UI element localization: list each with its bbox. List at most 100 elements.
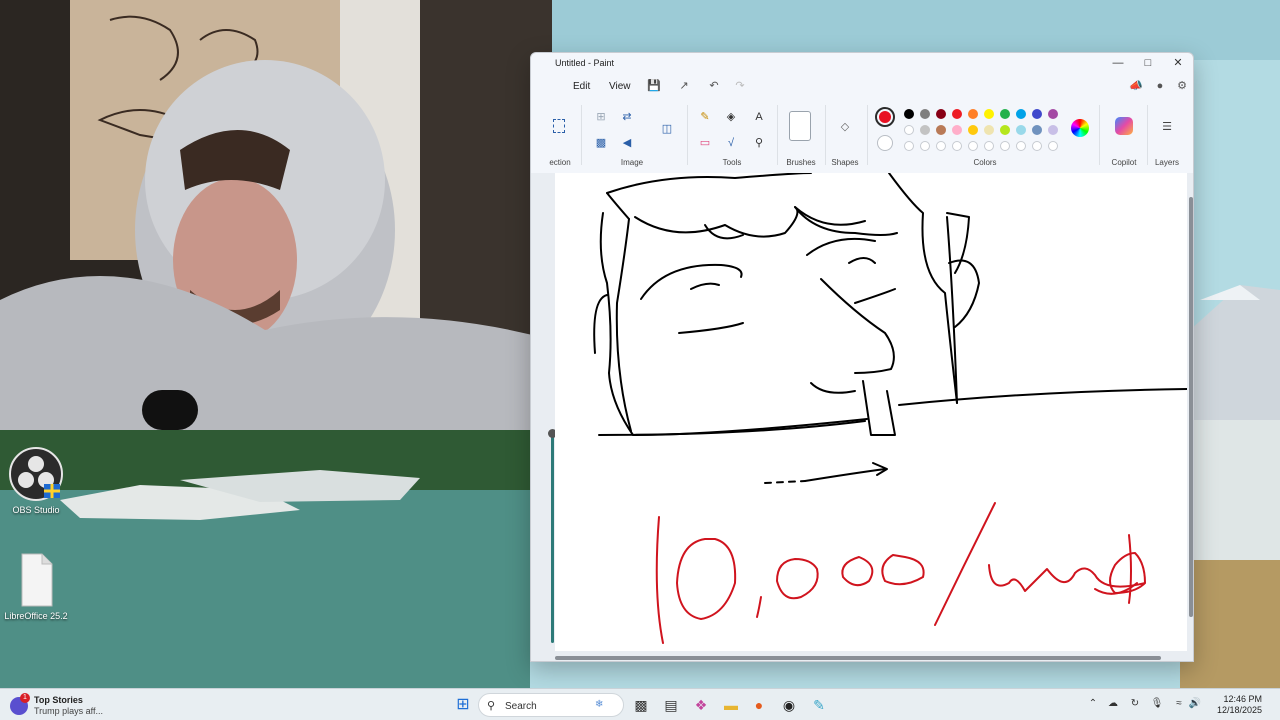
task-view-icon[interactable]: ▩ [630,694,652,716]
custom-color-slot[interactable] [936,141,946,151]
obs-studio-icon [8,446,64,502]
tray-overflow-icon[interactable]: ⌃ [1086,697,1100,711]
image-tool-icon[interactable]: ◫ [659,121,675,137]
ribbon-divider [825,105,826,165]
color-swatch[interactable] [1048,109,1058,119]
desktop-icon-libreoffice[interactable]: LibreOffice 25.2 [0,552,72,621]
color-swatch[interactable] [968,125,978,135]
color-swatch[interactable] [984,125,994,135]
resize-icon[interactable]: ⇄ [619,109,635,125]
custom-color-slot[interactable] [984,141,994,151]
color-swatch[interactable] [904,109,914,119]
notification-badge: 1 [20,693,30,703]
menu-bar: Edit View 💾 ↗ ↶ ↷ 📣 ● ⚙ [531,75,1193,99]
custom-color-slot[interactable] [1032,141,1042,151]
color-swatch[interactable] [952,125,962,135]
color-swatch[interactable] [920,109,930,119]
custom-color-slot[interactable] [1000,141,1010,151]
color-swatch[interactable] [968,109,978,119]
paint-window[interactable]: Untitled - Paint — □ ✕ Edit View 💾 ↗ ↶ ↷… [530,52,1194,662]
shapes-icon[interactable]: ◇ [837,119,853,135]
minimize-button[interactable]: — [1103,54,1133,72]
zoom-slider[interactable] [551,433,554,643]
clock-time: 12:46 PM [1223,694,1262,704]
menu-view[interactable]: View [609,81,631,92]
color-swatch[interactable] [1048,125,1058,135]
rotate-icon[interactable]: ◀ [619,135,635,151]
close-button[interactable]: ✕ [1163,54,1193,72]
ribbon: ection ⊞ ⇄ ▩ ◀ ◫ Image ✎ ◈ A ▭ √ ⚲ Tools… [531,99,1193,173]
onedrive-icon[interactable]: ☁ [1106,697,1120,711]
notepad-icon[interactable]: ▤ [660,694,682,716]
save-icon[interactable]: 💾 [647,79,661,93]
settings-icon[interactable]: ⚙ [1175,79,1189,93]
color-swatch[interactable] [1000,125,1010,135]
color-swatch[interactable] [1016,109,1026,119]
magnifier-icon[interactable]: ⚲ [751,135,767,151]
color-swatch[interactable] [936,125,946,135]
news-widget[interactable]: 1 Top Stories Trump plays aff... [10,693,130,719]
vertical-scrollbar[interactable] [1189,197,1193,617]
search-box[interactable]: ⚲ Search ❄ [478,693,624,717]
group-label-layers: Layers [1154,158,1179,167]
windows-start-icon[interactable]: ⊞ [452,694,474,716]
custom-color-slot[interactable] [1048,141,1058,151]
ribbon-divider [867,105,868,165]
undo-icon[interactable]: ↶ [707,79,721,93]
selection-icon[interactable] [553,119,565,133]
custom-color-slot[interactable] [952,141,962,151]
color-swatch[interactable] [936,109,946,119]
custom-color-slot[interactable] [920,141,930,151]
sketch-drawing [593,172,1188,644]
wifi-icon[interactable]: ≈ [1172,697,1186,711]
custom-color-slot[interactable] [968,141,978,151]
color-swatch[interactable] [1000,109,1010,119]
microphone-icon[interactable]: 🎙 [1150,697,1164,711]
ribbon-divider [1099,105,1100,165]
menu-edit[interactable]: Edit [573,81,590,92]
brushes-icon[interactable] [789,111,811,141]
copilot-icon[interactable] [1115,117,1133,135]
color-swatch[interactable] [920,125,930,135]
custom-color-slot[interactable] [1016,141,1026,151]
fill-icon[interactable]: ◈ [723,109,739,125]
ribbon-divider [1147,105,1148,165]
firefox-icon[interactable]: ● [748,694,770,716]
color-swatch[interactable] [1032,109,1042,119]
horizontal-scrollbar[interactable] [555,656,1161,660]
group-label-shapes: Shapes [831,158,859,167]
account-icon[interactable]: ● [1153,79,1167,93]
share-icon[interactable]: ↗ [677,79,691,93]
color-1-selector[interactable] [875,107,895,127]
layers-icon[interactable]: ☰ [1159,119,1175,135]
canvas-area [531,172,1193,661]
eraser-icon[interactable]: ▭ [697,135,713,151]
system-clock[interactable]: 12:46 PM 12/18/2025 [1200,694,1262,716]
drawing-canvas[interactable] [555,172,1188,651]
pencil-icon[interactable]: ✎ [697,109,713,125]
color-swatch[interactable] [1032,125,1042,135]
color-swatch[interactable] [904,125,914,135]
copilot-taskbar-icon[interactable]: ❖ [690,694,712,716]
title-bar[interactable]: Untitled - Paint — □ ✕ [531,53,1193,73]
file-explorer-icon[interactable]: ▬ [720,694,742,716]
redo-icon[interactable]: ↷ [733,79,747,93]
feedback-icon[interactable]: 📣 [1129,79,1143,93]
libreoffice-icon [8,552,64,608]
color-swatch[interactable] [984,109,994,119]
select-all-icon[interactable]: ▩ [593,135,609,151]
webcam-overlay [0,0,552,430]
paint-taskbar-icon[interactable]: ✎ [808,694,830,716]
color-swatch[interactable] [952,109,962,119]
color-picker-icon[interactable]: √ [723,135,739,151]
crop-icon[interactable]: ⊞ [593,109,609,125]
color-2-selector[interactable] [877,135,893,151]
sync-icon[interactable]: ↻ [1128,697,1142,711]
obs-taskbar-icon[interactable]: ◉ [778,694,800,716]
text-icon[interactable]: A [751,109,767,125]
color-swatch[interactable] [1016,125,1026,135]
desktop-icon-obs[interactable]: OBS Studio [0,446,72,515]
edit-colors-icon[interactable] [1071,119,1089,137]
custom-color-slot[interactable] [904,141,914,151]
maximize-button[interactable]: □ [1133,54,1163,72]
